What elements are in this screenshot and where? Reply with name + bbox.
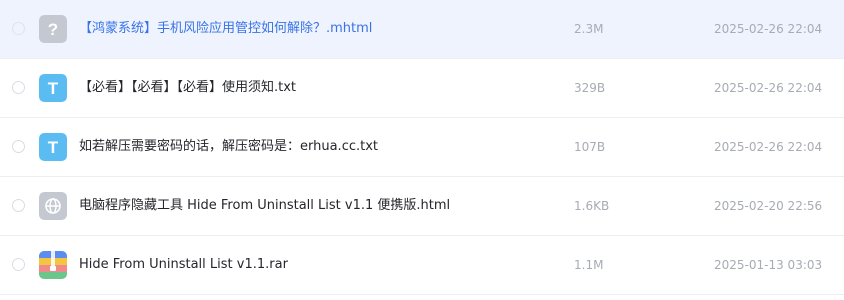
file-row[interactable]: Hide From Uninstall List v1.1.rar 1.1M 2… <box>0 236 844 295</box>
file-name-link[interactable]: 【鸿蒙系统】手机风险应用管控如何解除？.mhtml <box>79 20 372 38</box>
row-checkbox[interactable] <box>12 199 25 212</box>
row-checkbox[interactable] <box>12 22 25 35</box>
file-row[interactable]: T 【必看】【必看】【必看】使用须知.txt 329B 2025-02-26 2… <box>0 59 844 118</box>
unknown-file-icon: ? <box>39 15 67 43</box>
file-date: 2025-02-26 22:04 <box>714 81 823 95</box>
file-size: 1.6KB <box>574 199 610 213</box>
svg-text:T: T <box>48 79 59 98</box>
svg-text:T: T <box>48 138 59 157</box>
file-list: ? 【鸿蒙系统】手机风险应用管控如何解除？.mhtml 2.3M 2025-02… <box>0 0 844 300</box>
file-row[interactable]: 电脑程序隐藏工具 Hide From Uninstall List v1.1 便… <box>0 177 844 236</box>
file-size: 107B <box>574 140 606 154</box>
file-size: 1.1M <box>574 258 604 272</box>
file-row[interactable]: ? 【鸿蒙系统】手机风险应用管控如何解除？.mhtml 2.3M 2025-02… <box>0 0 844 59</box>
file-date: 2025-01-13 03:03 <box>714 258 823 272</box>
archive-file-icon <box>39 251 67 279</box>
file-date: 2025-02-26 22:04 <box>714 140 823 154</box>
web-file-icon <box>39 192 67 220</box>
file-name-link[interactable]: 【必看】【必看】【必看】使用须知.txt <box>79 79 296 97</box>
text-file-icon: T <box>39 133 67 161</box>
file-size: 2.3M <box>574 22 604 36</box>
file-row[interactable]: T 如若解压需要密码的话，解压密码是：erhua.cc.txt 107B 202… <box>0 118 844 177</box>
row-checkbox[interactable] <box>12 140 25 153</box>
text-file-icon: T <box>39 74 67 102</box>
file-date: 2025-02-26 22:04 <box>714 22 823 36</box>
file-name-link[interactable]: 如若解压需要密码的话，解压密码是：erhua.cc.txt <box>79 138 378 156</box>
file-name-link[interactable]: 电脑程序隐藏工具 Hide From Uninstall List v1.1 便… <box>79 197 450 215</box>
svg-text:?: ? <box>48 20 58 39</box>
file-name-link[interactable]: Hide From Uninstall List v1.1.rar <box>79 256 288 274</box>
row-checkbox[interactable] <box>12 81 25 94</box>
row-checkbox[interactable] <box>12 258 25 271</box>
file-date: 2025-02-20 22:56 <box>714 199 823 213</box>
file-size: 329B <box>574 81 606 95</box>
